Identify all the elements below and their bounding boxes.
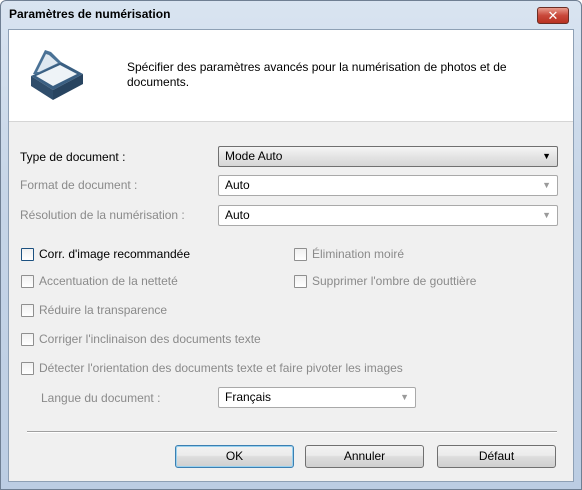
moire-removal-checkbox[interactable]: Élimination moiré <box>294 246 404 262</box>
scan-resolution-select[interactable]: Auto ▼ <box>218 205 558 226</box>
chevron-down-icon: ▼ <box>400 392 409 402</box>
moire-removal-label: Élimination moiré <box>312 247 405 261</box>
sharpening-label: Accentuation de la netteté <box>39 274 178 288</box>
deskew-label: Corriger l'inclinaison des documents tex… <box>39 332 261 346</box>
document-language-label: Langue du document : <box>41 391 161 405</box>
scan-resolution-label: Résolution de la numérisation : <box>20 208 185 222</box>
document-type-label: Type de document : <box>20 150 126 164</box>
dialog-content: Spécifier des paramètres avancés pour la… <box>8 29 574 482</box>
default-button[interactable]: Défaut <box>437 445 556 468</box>
image-correction-checkbox[interactable]: Corr. d'image recommandée <box>21 246 190 262</box>
close-icon: ✕ <box>547 8 559 23</box>
title-bar[interactable]: Paramètres de numérisation ✕ <box>1 1 581 29</box>
checkbox-box[interactable] <box>21 274 34 288</box>
chevron-down-icon: ▼ <box>542 151 551 161</box>
sharpening-checkbox[interactable]: Accentuation de la netteté <box>21 273 178 289</box>
document-type-select[interactable]: Mode Auto ▼ <box>218 146 558 167</box>
reduce-show-through-label: Réduire la transparence <box>39 303 168 317</box>
checkbox-box[interactable] <box>294 274 307 288</box>
checkbox-box[interactable] <box>21 332 34 346</box>
dialog-title: Paramètres de numérisation <box>9 7 171 21</box>
ok-button[interactable]: OK <box>175 445 294 468</box>
document-type-value: Mode Auto <box>225 149 283 163</box>
image-correction-label: Corr. d'image recommandée <box>39 247 191 261</box>
orientation-label: Détecter l'orientation des documents tex… <box>39 361 403 375</box>
header-panel: Spécifier des paramètres avancés pour la… <box>9 30 573 122</box>
chevron-down-icon: ▼ <box>542 180 551 190</box>
scanner-icon <box>31 50 83 100</box>
deskew-checkbox[interactable]: Corriger l'inclinaison des documents tex… <box>21 331 261 347</box>
scan-settings-dialog: Paramètres de numérisation ✕ Spécifier d… <box>0 0 582 490</box>
header-description: Spécifier des paramètres avancés pour la… <box>127 60 507 89</box>
checkbox-box[interactable] <box>21 361 34 375</box>
checkbox-box[interactable] <box>21 303 34 317</box>
reduce-show-through-checkbox[interactable]: Réduire la transparence <box>21 302 167 318</box>
document-format-label: Format de document : <box>20 178 138 192</box>
close-button[interactable]: ✕ <box>537 7 569 24</box>
orientation-checkbox[interactable]: Détecter l'orientation des documents tex… <box>21 360 403 376</box>
cancel-button[interactable]: Annuler <box>305 445 424 468</box>
checkbox-box[interactable] <box>294 247 307 261</box>
scan-resolution-value: Auto <box>225 208 250 222</box>
gutter-shadow-label: Supprimer l'ombre de gouttière <box>312 274 477 288</box>
document-language-value: Français <box>225 390 272 404</box>
chevron-down-icon: ▼ <box>542 210 551 220</box>
gutter-shadow-checkbox[interactable]: Supprimer l'ombre de gouttière <box>294 273 476 289</box>
document-format-value: Auto <box>225 178 250 192</box>
document-language-select[interactable]: Français ▼ <box>218 387 416 408</box>
separator <box>27 431 557 433</box>
checkbox-box[interactable] <box>21 247 34 261</box>
document-format-select[interactable]: Auto ▼ <box>218 175 558 196</box>
